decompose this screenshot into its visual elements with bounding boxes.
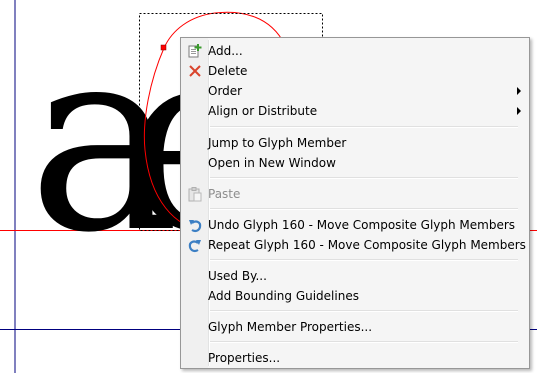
- delete-icon: [189, 65, 201, 77]
- menu-item-label: Jump to Glyph Member: [208, 136, 347, 150]
- menu-item-label: Glyph Member Properties...: [208, 320, 373, 334]
- menu-item-label: Used By...: [208, 269, 267, 283]
- menu-item-label: Undo Glyph 160 - Move Composite Glyph Me…: [208, 218, 516, 232]
- menu-separator: [210, 208, 518, 210]
- menu-item-add[interactable]: Add...: [183, 41, 527, 61]
- menu-item-label: Properties...: [208, 351, 281, 365]
- submenu-arrow-icon: [517, 87, 521, 95]
- menu-separator: [210, 126, 518, 128]
- menu-separator: [210, 259, 518, 261]
- menu-item-used-by[interactable]: Used By...: [183, 266, 527, 286]
- menu-item-label: Delete: [208, 64, 248, 78]
- selected-node-handle[interactable]: [160, 44, 167, 51]
- menu-item-label: Order: [208, 84, 243, 98]
- menu-item-align-or-distribute[interactable]: Align or Distribute: [183, 101, 527, 121]
- menu-item-open-in-new-window[interactable]: Open in New Window: [183, 153, 527, 173]
- menu-item-label: Open in New Window: [208, 156, 336, 170]
- menu-separator: [210, 310, 518, 312]
- undo-icon: [189, 220, 202, 233]
- menu-item-paste[interactable]: Paste: [183, 184, 527, 204]
- menu-item-order[interactable]: Order: [183, 81, 527, 101]
- menu-item-label: Paste: [208, 187, 241, 201]
- menu-item-label: Add...: [208, 44, 243, 58]
- menu-item-jump-to-glyph-member[interactable]: Jump to Glyph Member: [183, 133, 527, 153]
- menu-item-label: Repeat Glyph 160 - Move Composite Glyph …: [208, 238, 526, 252]
- paste-icon: [188, 187, 202, 202]
- add-icon: [188, 44, 202, 58]
- context-menu: Add... Delete Order Align or Distribute …: [180, 37, 530, 369]
- redo-icon: [188, 240, 201, 253]
- submenu-arrow-icon: [517, 107, 521, 115]
- menu-separator: [210, 341, 518, 343]
- menu-item-label: Align or Distribute: [208, 104, 318, 118]
- menu-item-delete[interactable]: Delete: [183, 61, 527, 81]
- menu-separator: [210, 177, 518, 179]
- menu-item-glyph-member-properties[interactable]: Glyph Member Properties...: [183, 317, 527, 337]
- menu-item-label: Add Bounding Guidelines: [208, 289, 359, 303]
- menu-item-properties[interactable]: Properties...: [183, 348, 527, 368]
- menu-item-add-bounding-guidelines[interactable]: Add Bounding Guidelines: [183, 286, 527, 306]
- menu-item-repeat[interactable]: Repeat Glyph 160 - Move Composite Glyph …: [183, 235, 527, 255]
- menu-item-undo[interactable]: Undo Glyph 160 - Move Composite Glyph Me…: [183, 215, 527, 235]
